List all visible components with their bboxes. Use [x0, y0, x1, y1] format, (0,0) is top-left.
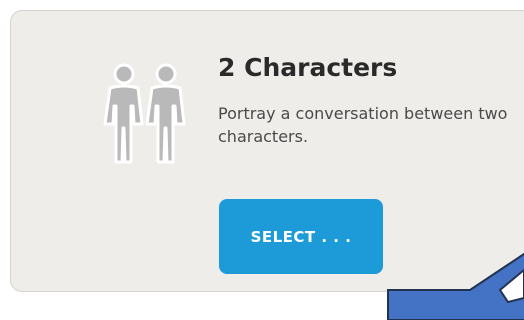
- select-button[interactable]: SELECT . . .: [219, 199, 383, 274]
- card-title: 2 Characters: [218, 53, 398, 82]
- card-description: Portray a conversation between two chara…: [218, 104, 508, 146]
- screenshot-stage: 2 Characters Portray a conversation betw…: [0, 0, 524, 320]
- two-characters-icon: [103, 63, 186, 164]
